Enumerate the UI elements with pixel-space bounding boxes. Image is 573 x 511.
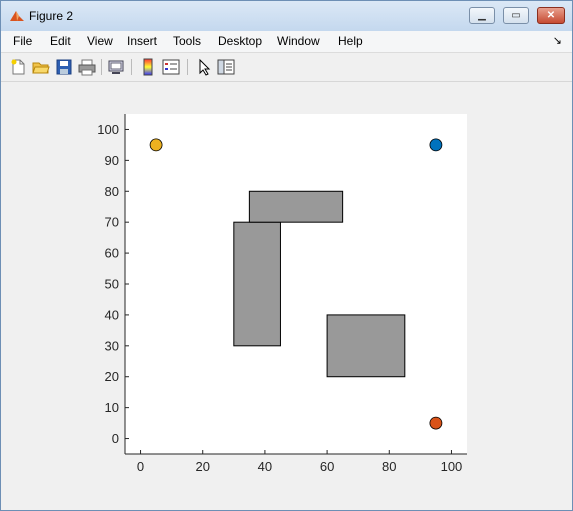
obstacle-rect bbox=[326, 314, 406, 378]
y-tick-label: 30 bbox=[105, 338, 119, 353]
x-tick-label: 0 bbox=[137, 459, 144, 474]
plot-axes[interactable]: 0 20 40 60 80 100 0 10 20 30 40 50 60 70 80 90 100 bbox=[1, 1, 572, 510]
obstacle-rect bbox=[248, 190, 344, 223]
x-tick-label: 100 bbox=[441, 459, 463, 474]
y-tick-label: 20 bbox=[105, 369, 119, 384]
y-tick-label: 0 bbox=[112, 431, 119, 446]
x-tick-label: 40 bbox=[258, 459, 272, 474]
y-tick-label: 90 bbox=[105, 153, 119, 168]
axes-background bbox=[125, 114, 467, 454]
y-tick-label: 80 bbox=[105, 184, 119, 199]
x-tick-label: 60 bbox=[320, 459, 334, 474]
figure-window: Figure 2 ▁ ▭ ✕ File Edit View Insert Too… bbox=[0, 0, 573, 511]
x-tick-label: 80 bbox=[382, 459, 396, 474]
y-tick-label: 50 bbox=[105, 277, 119, 292]
y-tick-label: 70 bbox=[105, 215, 119, 230]
y-tick-label: 10 bbox=[105, 400, 119, 415]
y-tick-label: 60 bbox=[105, 246, 119, 261]
x-tick-label: 20 bbox=[195, 459, 209, 474]
obstacle-rect bbox=[233, 221, 281, 347]
data-point bbox=[149, 138, 163, 152]
data-point bbox=[429, 138, 443, 152]
data-point bbox=[429, 416, 443, 430]
y-tick-label: 100 bbox=[97, 122, 119, 137]
y-tick-label: 40 bbox=[105, 307, 119, 322]
